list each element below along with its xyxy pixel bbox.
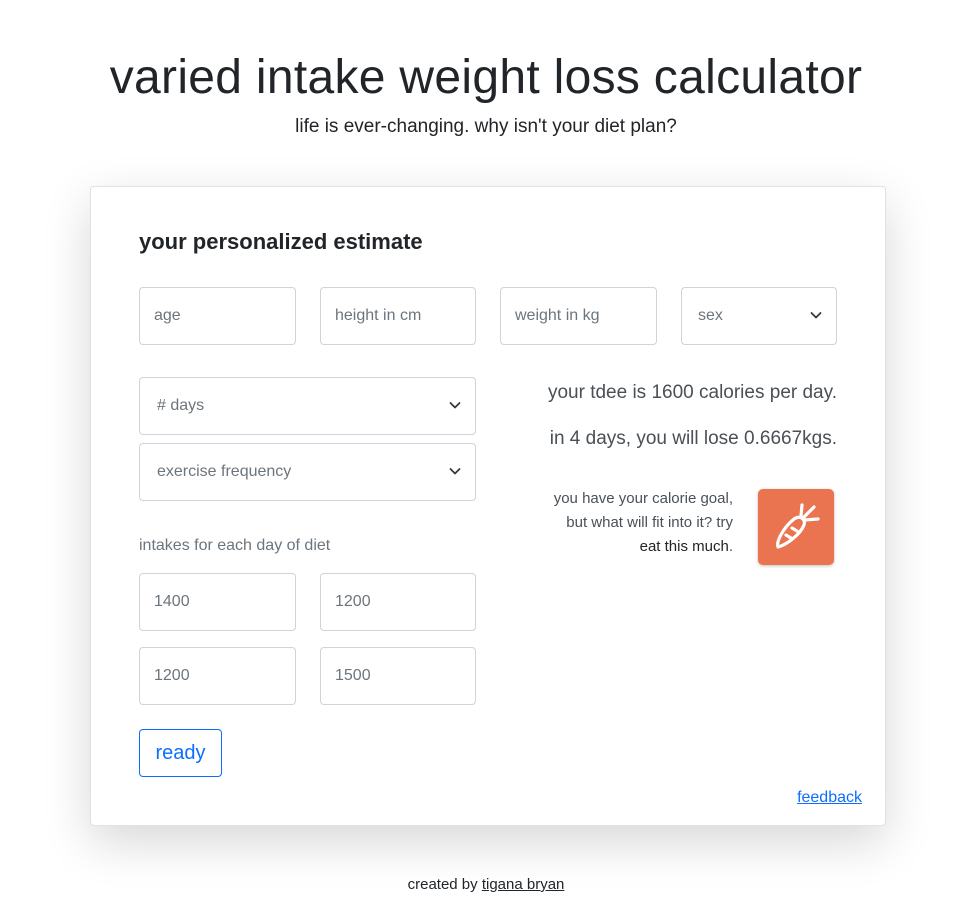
intake-day-4-value: 1500 <box>335 667 371 684</box>
chevron-down-icon <box>449 402 461 409</box>
sex-select[interactable]: sex <box>681 287 837 345</box>
promo-line-1: you have your calorie goal, <box>553 490 733 507</box>
intake-day-4-input[interactable]: 1500 <box>320 647 476 705</box>
page-subtitle: life is ever-changing. why isn't your di… <box>295 116 677 137</box>
age-input[interactable]: age <box>139 287 296 345</box>
intake-day-2-input[interactable]: 1200 <box>320 573 476 631</box>
days-select[interactable]: # days <box>139 377 476 435</box>
carrot-icon <box>776 503 820 549</box>
page: varied intake weight loss calculator lif… <box>0 0 972 914</box>
author-link[interactable]: tigana bryan <box>482 876 565 893</box>
weight-input[interactable]: weight in kg <box>500 287 657 345</box>
weight-placeholder: weight in kg <box>515 307 600 324</box>
height-placeholder: height in cm <box>335 307 422 324</box>
intake-day-3-input[interactable]: 1200 <box>139 647 296 705</box>
tdee-result: your tdee is 1600 calories per day. <box>547 382 837 403</box>
sex-select-value: sex <box>698 307 723 324</box>
eat-this-much-link[interactable]: eat this much <box>640 538 729 555</box>
exercise-frequency-select[interactable]: exercise frequency <box>139 443 476 501</box>
footer: created by tigana bryan <box>0 876 972 893</box>
weight-loss-result: in 4 days, you will lose 0.6667kgs. <box>549 428 837 449</box>
intake-day-1-value: 1400 <box>154 593 190 610</box>
exercise-select-value: exercise frequency <box>157 463 292 480</box>
intake-day-2-value: 1200 <box>335 593 371 610</box>
intakes-label: intakes for each day of diet <box>139 537 331 554</box>
estimate-card: your personalized estimate age height in… <box>90 186 886 826</box>
intake-day-1-input[interactable]: 1400 <box>139 573 296 631</box>
promo-line-3: eat this much. <box>513 535 733 559</box>
chevron-down-icon <box>810 312 822 319</box>
days-select-value: # days <box>157 397 205 414</box>
age-placeholder: age <box>154 307 181 324</box>
page-title: varied intake weight loss calculator <box>109 51 863 104</box>
promo-text: you have your calorie goal, but what wil… <box>513 487 733 559</box>
footer-prefix: created by <box>407 876 482 893</box>
intake-day-3-value: 1200 <box>154 667 190 684</box>
chevron-down-icon <box>449 468 461 475</box>
promo-period: . <box>728 538 733 555</box>
height-input[interactable]: height in cm <box>320 287 476 345</box>
ready-button[interactable]: ready <box>139 729 222 777</box>
promo-line-2: but what will fit into it? try <box>566 514 733 531</box>
card-title: your personalized estimate <box>139 229 423 254</box>
feedback-link[interactable]: feedback <box>797 789 862 807</box>
eat-this-much-logo[interactable] <box>758 489 834 565</box>
